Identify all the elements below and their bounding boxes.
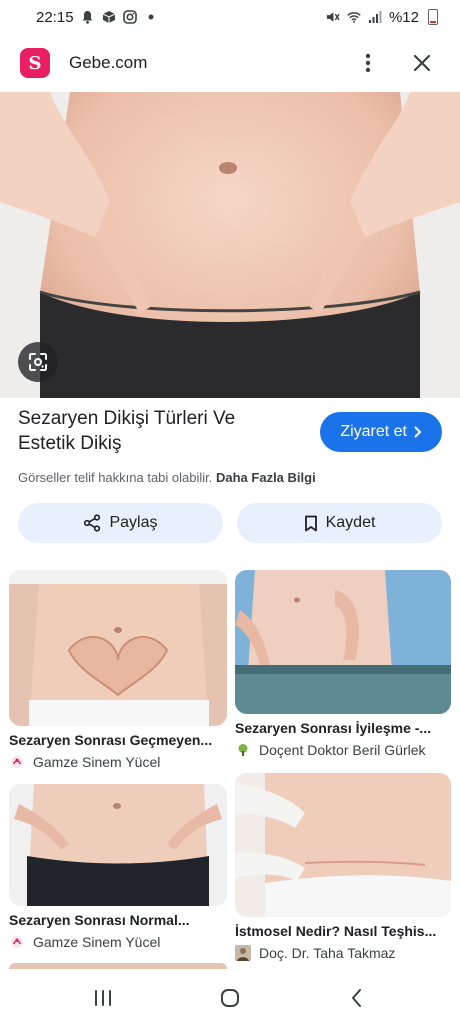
share-label: Paylaş [109, 514, 158, 531]
google-lens-button[interactable] [18, 342, 58, 382]
related-thumbnail-image [235, 773, 451, 917]
related-thumbnail[interactable] [235, 570, 451, 714]
main-image-illustration [0, 92, 460, 398]
visit-button[interactable]: Ziyaret et [320, 412, 442, 452]
copyright-notice: Görseller telif hakkına tabi olabilir. D… [18, 470, 442, 485]
related-source[interactable]: Gamze Sinem Yücel [9, 934, 227, 950]
page-title[interactable]: Sezaryen Dikişi Türleri Ve Estetik Dikiş [18, 406, 288, 456]
status-bar: 22:15 %12 [0, 0, 460, 34]
related-source-name: Gamze Sinem Yücel [33, 754, 161, 770]
copyright-text: Görseller telif hakkına tabi olabilir. [18, 470, 213, 485]
related-card[interactable]: Sezaryen Sonrası İyileşme -... Doçent Do… [235, 570, 451, 758]
image-info: Sezaryen Dikişi Türleri Ve Estetik Dikiş… [18, 406, 442, 485]
close-icon [413, 54, 431, 72]
related-card[interactable]: Sezaryen Sonrası Geçmeyen... Gamze Sinem… [9, 570, 227, 770]
doctor-photo-favicon-icon [235, 945, 251, 961]
related-thumbnail[interactable] [9, 784, 227, 906]
battery-percent: %12 [388, 8, 419, 26]
instagram-icon [122, 10, 137, 24]
home-icon [220, 989, 239, 1007]
wifi-icon [347, 10, 361, 24]
share-icon [84, 514, 101, 532]
recent-apps-icon [95, 990, 112, 1006]
site-logo[interactable]: S [20, 48, 50, 78]
more-vertical-icon [365, 53, 371, 73]
back-icon [351, 989, 361, 1007]
recent-apps-button[interactable] [83, 978, 123, 1018]
related-card[interactable]: Sezaryen Sonrası Normal... Gamze Sinem Y… [9, 784, 227, 950]
related-source-name: Doçent Doktor Beril Gürlek [259, 742, 426, 758]
related-card-partial[interactable] [9, 963, 227, 969]
visit-button-label: Ziyaret et [340, 423, 407, 440]
tree-favicon-icon [235, 742, 251, 758]
related-thumbnail-image [235, 570, 451, 714]
related-thumbnail-image [9, 784, 227, 906]
action-buttons: Paylaş Kaydet [18, 503, 442, 543]
related-title[interactable]: Sezaryen Sonrası İyileşme -... [235, 720, 451, 736]
related-thumbnail-image [9, 570, 227, 726]
related-source-name: Gamze Sinem Yücel [33, 934, 161, 950]
share-button[interactable]: Paylaş [18, 503, 223, 543]
related-card[interactable]: İstmosel Nedir? Nasıl Teşhis... Doç. Dr.… [235, 773, 451, 961]
system-navigation-bar [0, 972, 460, 1024]
related-thumbnail-partial[interactable] [9, 963, 227, 969]
package-icon [102, 10, 116, 24]
save-label: Kaydet [325, 514, 376, 531]
page-header: S Gebe.com [0, 34, 460, 92]
status-left: 22:15 [36, 9, 158, 26]
bookmark-icon [304, 515, 317, 531]
save-button[interactable]: Kaydet [237, 503, 442, 543]
more-info-link[interactable]: Daha Fazla Bilgi [216, 470, 316, 485]
related-source[interactable]: Doç. Dr. Taha Takmaz [235, 945, 451, 961]
related-thumbnail[interactable] [235, 773, 451, 917]
gamze-favicon-icon [9, 934, 25, 950]
site-logo-letter: S [28, 52, 42, 74]
mute-icon [326, 10, 340, 24]
back-button[interactable] [337, 978, 377, 1018]
related-source-name: Doç. Dr. Taha Takmaz [259, 945, 396, 961]
more-options-button[interactable] [350, 45, 386, 81]
lens-icon [29, 353, 47, 371]
battery-icon [428, 9, 438, 25]
related-source[interactable]: Gamze Sinem Yücel [9, 754, 227, 770]
related-title[interactable]: Sezaryen Sonrası Normal... [9, 912, 227, 928]
related-title[interactable]: İstmosel Nedir? Nasıl Teşhis... [235, 923, 451, 939]
related-thumbnail[interactable] [9, 570, 227, 726]
status-time: 22:15 [36, 8, 74, 26]
gamze-favicon-icon [9, 754, 25, 770]
chevron-right-icon [414, 426, 422, 438]
close-button[interactable] [404, 45, 440, 81]
site-name[interactable]: Gebe.com [69, 53, 332, 73]
signal-icon [368, 10, 382, 24]
related-title[interactable]: Sezaryen Sonrası Geçmeyen... [9, 732, 227, 748]
main-image[interactable] [0, 92, 460, 398]
notification-bell-icon [81, 10, 95, 24]
status-right: %12 [326, 9, 438, 26]
home-button[interactable] [210, 978, 250, 1018]
dot-icon [144, 10, 158, 24]
related-source[interactable]: Doçent Doktor Beril Gürlek [235, 742, 451, 758]
